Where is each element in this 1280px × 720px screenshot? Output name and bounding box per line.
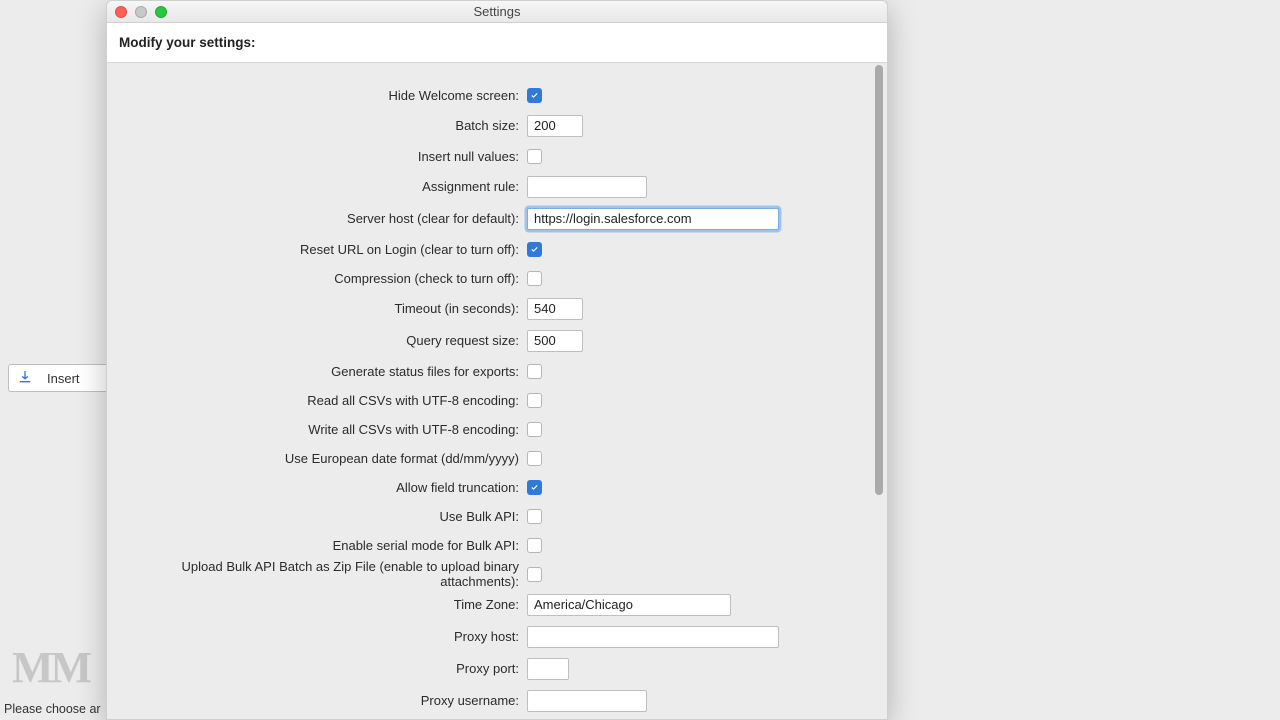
use-bulk-label: Use Bulk API: (125, 509, 527, 524)
proxy-host-input[interactable] (527, 626, 779, 648)
download-icon (17, 369, 33, 388)
write-utf8-checkbox[interactable] (527, 422, 542, 437)
read-utf8-checkbox[interactable] (527, 393, 542, 408)
server-host-label: Server host (clear for default): (125, 211, 527, 226)
window-title: Settings (107, 4, 887, 19)
write-utf8-label: Write all CSVs with UTF-8 encoding: (125, 422, 527, 437)
titlebar: Settings (107, 1, 887, 23)
server-host-input[interactable] (527, 208, 779, 230)
settings-window: Settings Modify your settings: Hide Welc… (106, 0, 888, 720)
compression-checkbox[interactable] (527, 271, 542, 286)
scrollbar-thumb[interactable] (875, 65, 883, 495)
allow-trunc-checkbox[interactable] (527, 480, 542, 495)
query-size-input[interactable] (527, 330, 583, 352)
use-bulk-checkbox[interactable] (527, 509, 542, 524)
time-zone-label: Time Zone: (125, 597, 527, 612)
insert-nulls-label: Insert null values: (125, 149, 527, 164)
settings-scroll-area: Hide Welcome screen: Batch size: Insert … (107, 63, 887, 719)
assignment-rule-label: Assignment rule: (125, 179, 527, 194)
insert-button-label: Insert (47, 371, 80, 386)
euro-date-checkbox[interactable] (527, 451, 542, 466)
compression-label: Compression (check to turn off): (125, 271, 527, 286)
reset-url-label: Reset URL on Login (clear to turn off): (125, 242, 527, 257)
serial-bulk-label: Enable serial mode for Bulk API: (125, 538, 527, 553)
page-title: Modify your settings: (107, 23, 887, 63)
batch-size-label: Batch size: (125, 118, 527, 133)
serial-bulk-checkbox[interactable] (527, 538, 542, 553)
gen-status-label: Generate status files for exports: (125, 364, 527, 379)
timeout-input[interactable] (527, 298, 583, 320)
proxy-port-label: Proxy port: (125, 661, 527, 676)
euro-date-label: Use European date format (dd/mm/yyyy) (125, 451, 527, 466)
read-utf8-label: Read all CSVs with UTF-8 encoding: (125, 393, 527, 408)
allow-trunc-label: Allow field truncation: (125, 480, 527, 495)
hide-welcome-label: Hide Welcome screen: (125, 88, 527, 103)
hide-welcome-checkbox[interactable] (527, 88, 542, 103)
gen-status-checkbox[interactable] (527, 364, 542, 379)
zip-bulk-label: Upload Bulk API Batch as Zip File (enabl… (125, 559, 527, 589)
query-size-label: Query request size: (125, 333, 527, 348)
time-zone-input[interactable] (527, 594, 731, 616)
assignment-rule-input[interactable] (527, 176, 647, 198)
batch-size-input[interactable] (527, 115, 583, 137)
scrollbar[interactable] (872, 63, 886, 719)
background-status-text: Please choose ar (4, 702, 101, 716)
settings-form: Hide Welcome screen: Batch size: Insert … (107, 63, 887, 719)
proxy-host-label: Proxy host: (125, 629, 527, 644)
proxy-port-input[interactable] (527, 658, 569, 680)
insert-nulls-checkbox[interactable] (527, 149, 542, 164)
proxy-user-label: Proxy username: (125, 693, 527, 708)
reset-url-checkbox[interactable] (527, 242, 542, 257)
proxy-user-input[interactable] (527, 690, 647, 712)
timeout-label: Timeout (in seconds): (125, 301, 527, 316)
insert-button[interactable]: Insert (8, 364, 118, 392)
zip-bulk-checkbox[interactable] (527, 567, 542, 582)
